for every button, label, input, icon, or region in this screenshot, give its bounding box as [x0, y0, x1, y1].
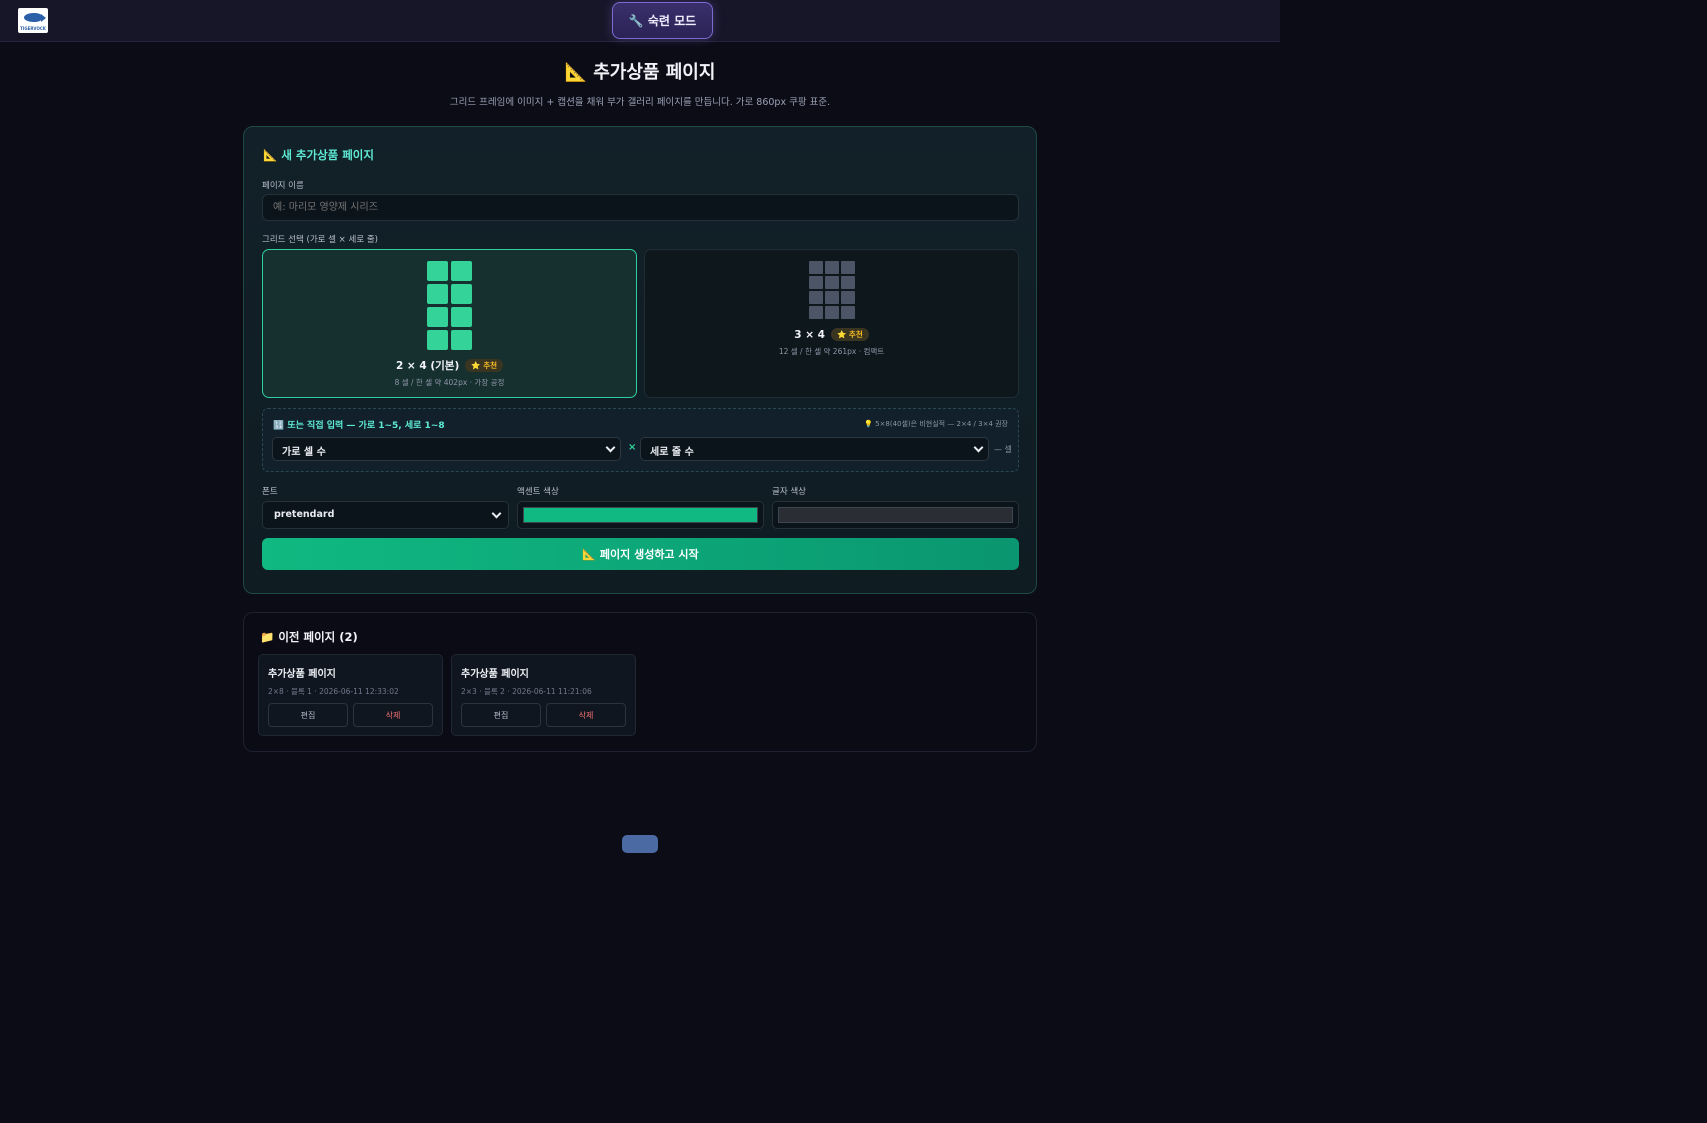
accent-color-picker[interactable]: [517, 501, 764, 529]
page-name-input[interactable]: [262, 194, 1019, 221]
text-color-swatch: [778, 507, 1013, 523]
fish-icon: [24, 13, 46, 22]
accent-color-swatch: [523, 507, 758, 523]
new-page-title: 📐 새 추가상품 페이지: [263, 148, 374, 162]
delete-button[interactable]: 삭제: [546, 703, 626, 727]
custom-grid-title: 🔢 또는 직접 입력 — 가로 1~5, 세로 1~8: [273, 421, 445, 431]
previous-page-name: 추가상품 페이지: [268, 669, 336, 680]
chevron-down-icon: [491, 508, 502, 519]
edit-button[interactable]: 편집: [461, 703, 541, 727]
edit-button[interactable]: 편집: [268, 703, 348, 727]
font-label: 폰트: [262, 487, 278, 497]
previous-page-meta: 2×8 · 블록 1 · 2026-06-11 12:33:02: [268, 687, 399, 696]
page-subtitle: 그리드 프레임에 이미지 + 캡션을 채워 부가 갤러리 페이지를 만듭니다. …: [449, 97, 831, 108]
cells-count: — 셀: [994, 445, 1012, 454]
top-bar: TIGERVOCK 🔧 숙련 모드: [0, 0, 1280, 42]
grid-option-desc: 12 셀 / 한 셀 약 261px · 컴팩트: [778, 347, 885, 356]
brand-logo[interactable]: TIGERVOCK: [18, 8, 48, 33]
font-select-value: pretendard: [274, 509, 335, 520]
page-name-label: 페이지 이름: [262, 181, 304, 191]
previous-pages-title: 📁 이전 페이지 (2): [260, 630, 358, 644]
previous-page-meta: 2×3 · 블록 2 · 2026-06-11 11:21:06: [461, 687, 592, 696]
cols-select[interactable]: 가로 셀 수: [272, 437, 621, 461]
grid-option-3x4[interactable]: 3 × 4 ⭐ 추천 12 셀 / 한 셀 약 261px · 컴팩트: [644, 249, 1019, 398]
grid-option-name: 2 × 4 (기본): [395, 360, 460, 372]
rows-select-value: 세로 줄 수: [650, 447, 694, 458]
pro-mode-button[interactable]: 🔧 숙련 모드: [612, 2, 713, 39]
previous-page-item[interactable]: 추가상품 페이지 2×8 · 블록 1 · 2026-06-11 12:33:0…: [258, 654, 443, 736]
previous-page-name: 추가상품 페이지: [461, 669, 529, 680]
page-title: 📐 추가상품 페이지: [564, 62, 716, 83]
text-color-picker[interactable]: [772, 501, 1019, 529]
grid-select-label: 그리드 선택 (가로 셀 × 세로 줄): [262, 235, 378, 245]
delete-button[interactable]: 삭제: [353, 703, 433, 727]
grid-preview-2x4: [427, 261, 472, 350]
scroll-top-button[interactable]: [622, 835, 658, 853]
text-color-label: 글자 색상: [772, 487, 806, 497]
grid-preview-3x4: [809, 261, 855, 319]
font-select[interactable]: pretendard: [262, 501, 509, 529]
accent-color-label: 액센트 색상: [517, 487, 559, 497]
previous-page-item[interactable]: 추가상품 페이지 2×3 · 블록 2 · 2026-06-11 11:21:0…: [451, 654, 636, 736]
recommended-badge: ⭐ 추천: [465, 359, 504, 372]
grid-option-name: 3 × 4: [794, 329, 825, 341]
custom-grid-box: 🔢 또는 직접 입력 — 가로 1~5, 세로 1~8 💡 5×8(40셀)은 …: [262, 408, 1019, 472]
logo-text: TIGERVOCK: [20, 26, 46, 31]
chevron-down-icon: [973, 442, 984, 453]
previous-pages-card: 📁 이전 페이지 (2) 추가상품 페이지 2×8 · 블록 1 · 2026-…: [243, 612, 1037, 752]
cols-select-value: 가로 셀 수: [282, 447, 326, 458]
recommended-badge: ⭐ 추천: [830, 328, 869, 341]
custom-grid-hint: 💡 5×8(40셀)은 비현실적 — 2×4 / 3×4 권장: [864, 420, 1008, 428]
times-sign: ×: [628, 442, 637, 453]
chevron-down-icon: [605, 442, 616, 453]
rows-select[interactable]: 세로 줄 수: [640, 437, 989, 461]
grid-option-2x4[interactable]: 2 × 4 (기본) ⭐ 추천 8 셀 / 한 셀 약 402px · 가장 공정: [262, 249, 637, 398]
create-page-button[interactable]: 📐 페이지 생성하고 시작: [262, 538, 1019, 570]
new-page-card: 📐 새 추가상품 페이지 페이지 이름 그리드 선택 (가로 셀 × 세로 줄)…: [243, 126, 1037, 594]
grid-option-desc: 8 셀 / 한 셀 약 402px · 가장 공정: [394, 378, 505, 387]
